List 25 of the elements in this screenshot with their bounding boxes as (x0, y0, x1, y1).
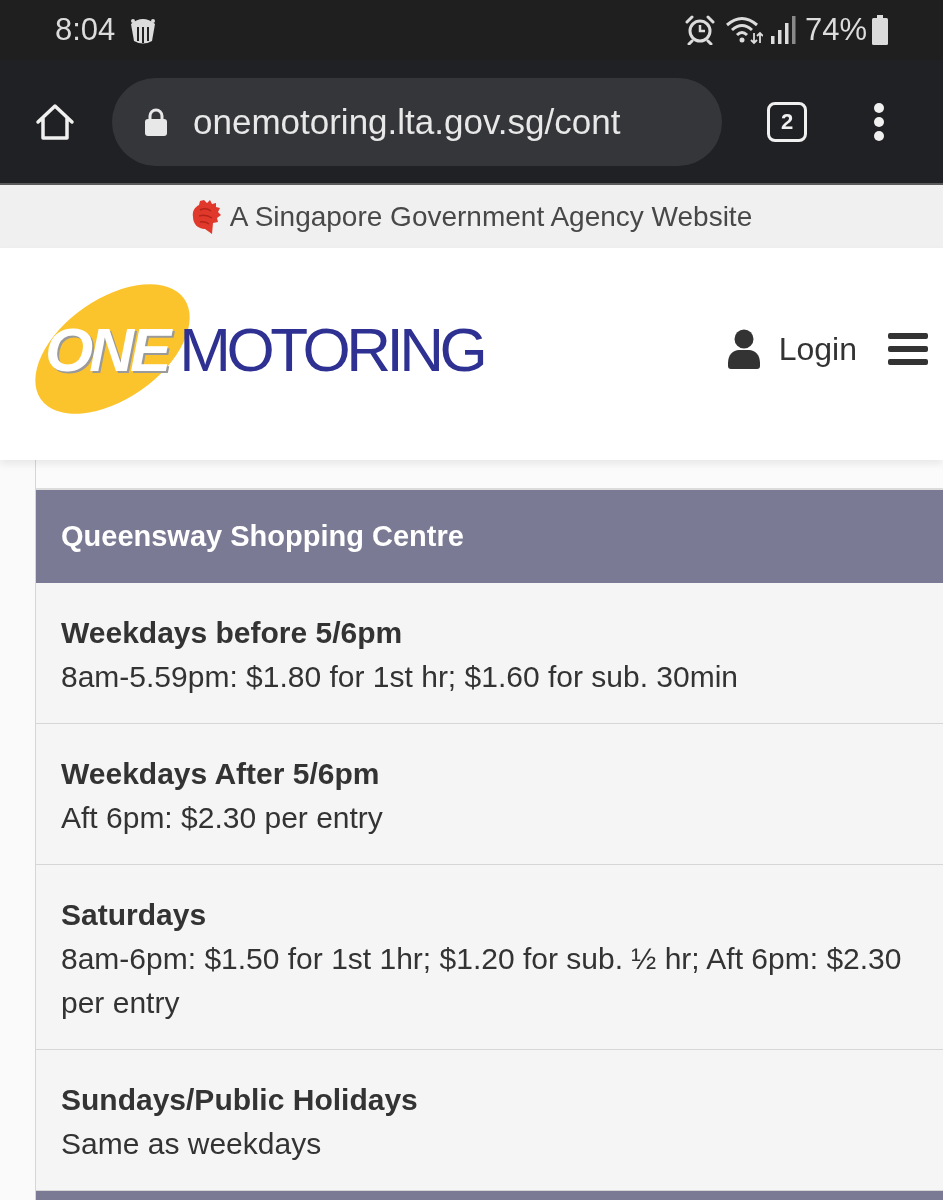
row-detail: Aft 6pm: $2.30 per entry (61, 800, 384, 836)
more-menu-icon[interactable] (873, 101, 885, 142)
table-title: Queensway Shopping Centre (61, 520, 464, 553)
emblem-icon (190, 198, 221, 235)
wifi-icon (724, 15, 763, 45)
row-heading: Weekdays before 5/6pm (61, 615, 404, 651)
login-button[interactable]: Login (727, 329, 857, 369)
home-icon[interactable] (35, 102, 75, 141)
row-detail: 8am-6pm: $1.50 for 1st 1hr; $1.20 for sub. ½ hr; Aft 6pm: $2.30 per entry (61, 941, 903, 1021)
alarm-icon (684, 15, 715, 45)
row-detail: 8am-5.59pm: $1.80 for 1st hr; $1.60 for sub. 30min (61, 659, 740, 695)
person-icon (727, 329, 760, 369)
battery-icon (872, 15, 888, 45)
tab-switcher-button[interactable]: 2 (767, 101, 807, 142)
row-detail: Same as weekdays (61, 1126, 323, 1162)
menu-icon[interactable] (888, 333, 928, 365)
row-heading: Sundays/Public Holidays (61, 1082, 419, 1118)
lock-icon (145, 107, 167, 136)
row-heading: Saturdays (61, 897, 208, 933)
address-bar[interactable]: onemotoring.lta.gov.sg/cont (112, 77, 722, 166)
row-heading: Weekdays After 5/6pm (61, 756, 381, 792)
status-time: 8:04 (55, 12, 116, 48)
signal-icon (770, 16, 797, 44)
battery-percent: 74% (804, 12, 867, 48)
gov-banner-text: A Singapore Government Agency Website (229, 200, 753, 233)
